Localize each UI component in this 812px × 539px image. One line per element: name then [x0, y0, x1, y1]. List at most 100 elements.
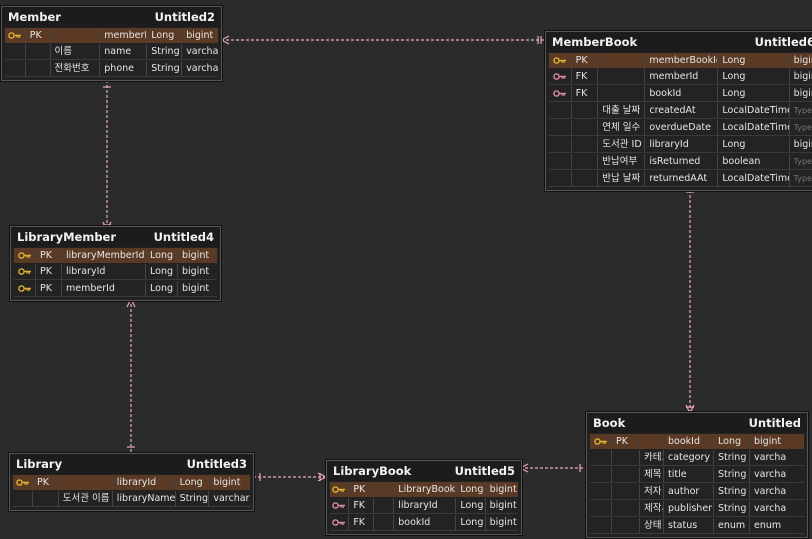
attribute-row[interactable]: FK libraryId Long bigint	[330, 498, 519, 514]
entity-library[interactable]: Library Untitled3 PK libraryId Long bigint 도…	[9, 453, 254, 511]
entity-header[interactable]: MemberBook Untitled6	[546, 32, 812, 52]
attribute-row[interactable]: PK libraryId Long bigint	[13, 475, 250, 490]
java-type-cell: Long	[718, 53, 790, 68]
entity-member[interactable]: Member Untitled2 PK memberIdLongbigint 이름n…	[1, 6, 222, 81]
attribute-row[interactable]: 반납여부 isReturned boolean Type	[549, 154, 812, 170]
attribute-row[interactable]: PK libraryMemberId Long bigint	[14, 248, 217, 263]
db-type-cell: varchar	[182, 44, 218, 59]
entity-alias: Untitled4	[153, 230, 214, 244]
entity-name: LibraryMember	[17, 230, 117, 244]
attribute-row[interactable]: FK bookIdLongbigint	[330, 515, 519, 531]
db-type-cell: varchar	[209, 491, 250, 506]
java-type-cell: String	[175, 491, 210, 506]
attribute-row[interactable]: PKmemberIdLongbigint	[5, 28, 218, 43]
entity-header[interactable]: Member Untitled2	[2, 7, 221, 27]
key-type-cell: PK	[36, 248, 62, 263]
label-cell: 반납 날짜	[598, 171, 646, 186]
key-icon	[330, 498, 350, 513]
field-name-cell: LibraryBookId	[394, 482, 457, 497]
db-type-cell: varchar	[750, 484, 787, 499]
attribute-row[interactable]: 카테고리categoryStringvarchar	[590, 450, 804, 466]
key-type-cell: PK	[26, 28, 51, 43]
key-type-cell: FK	[349, 498, 375, 513]
attribute-row[interactable]: 도서관 IDlibraryIdLongbigint	[549, 137, 812, 153]
attribute-row[interactable]: PK libraryId Long bigint	[14, 264, 217, 280]
end-mark-10	[317, 472, 327, 482]
field-name-cell: libraryId	[645, 137, 719, 152]
attribute-row[interactable]: 제작사publisherStringvarchar	[590, 501, 804, 517]
entity-alias: Untitled5	[454, 464, 515, 478]
attribute-row[interactable]: PK memberBookIdLongbigint	[549, 53, 812, 68]
attribute-row[interactable]: 제목 title String varchar	[590, 467, 804, 483]
key-type-cell: PK	[572, 53, 599, 68]
key-type-cell	[612, 467, 640, 482]
entity-header[interactable]: LibraryMember Untitled4	[11, 227, 220, 247]
field-name-cell: phone	[100, 61, 148, 76]
java-type-cell: String	[147, 61, 183, 76]
key-type-cell: PK	[612, 434, 640, 449]
java-type-cell: String	[714, 484, 750, 499]
entity-header[interactable]: Book Untitled	[587, 413, 807, 433]
key-type-cell: PK	[36, 281, 62, 296]
label-cell: 도서관 이름	[58, 491, 113, 506]
attribute-row[interactable]: 도서관 이름 libraryName String varchar	[13, 491, 250, 507]
blank-icon-cell	[590, 518, 612, 533]
key-type-cell: FK	[571, 86, 599, 101]
java-type-cell: String	[714, 501, 750, 516]
key-type-cell	[571, 154, 599, 169]
label-cell	[640, 434, 664, 449]
attribute-row[interactable]: FK memberIdLongbigint	[549, 69, 812, 85]
field-name-cell: returnedAAt	[645, 171, 719, 186]
db-type-cell: varchar	[750, 467, 787, 482]
label-cell: 제작사	[640, 501, 664, 516]
entity-alias: Untitled2	[154, 10, 215, 24]
entity-header[interactable]: LibraryBook Untitled5	[327, 461, 521, 481]
label-cell: 도서관 ID	[598, 137, 646, 152]
field-name-cell: createdAt	[645, 103, 719, 118]
key-type-cell	[612, 501, 640, 516]
db-type-cell: Type	[789, 103, 812, 118]
entity-header[interactable]: Library Untitled3	[10, 454, 253, 474]
entity-librarybook[interactable]: LibraryBook Untitled5 PKLibraryBookIdLon…	[326, 460, 522, 535]
attribute-row[interactable]: FK bookIdLongbigint	[549, 86, 812, 102]
label-cell: 저자	[640, 484, 664, 499]
blank-icon-cell	[13, 491, 33, 506]
label-cell: 이름	[50, 44, 101, 59]
db-type-cell: varchar	[750, 450, 787, 465]
attribute-row[interactable]: 대출 날짜 createdAt LocalDateTime Type	[549, 103, 812, 119]
field-name-cell: status	[664, 518, 714, 533]
attribute-row[interactable]: 이름nameStringvarchar	[5, 44, 218, 60]
attribute-row[interactable]: 반납 날짜 returnedAAt LocalDateTime Type	[549, 171, 812, 187]
field-name-cell: isReturned	[645, 154, 719, 169]
key-type-cell: PK	[33, 475, 59, 490]
field-name-cell: title	[664, 467, 714, 482]
entity-memberbook[interactable]: MemberBook Untitled6 PK memberBookId Long b…	[545, 31, 812, 191]
label-cell	[374, 515, 395, 530]
label-cell	[598, 53, 646, 68]
label-cell	[374, 482, 395, 497]
db-type-cell: bigint	[485, 515, 519, 530]
java-type-cell: Long	[718, 137, 790, 152]
key-icon	[549, 69, 572, 84]
entity-librarymember[interactable]: LibraryMember Untitled4 PK libraryMemberI…	[10, 226, 221, 301]
entity-book[interactable]: Book Untitled PK bookIdLong bigint 카테고리cate…	[586, 412, 808, 538]
attribute-row[interactable]: PKmemberIdLongbigint	[14, 281, 217, 297]
blank-icon-cell	[590, 501, 612, 516]
attribute-row[interactable]: 상태 status enum enum	[590, 518, 804, 534]
label-cell: 대출 날짜	[598, 103, 646, 118]
java-type-cell: Long	[176, 475, 210, 490]
key-type-cell: FK	[571, 69, 599, 84]
attribute-row[interactable]: PK LibraryBookIdLongbigint	[330, 482, 518, 497]
db-type-cell: Type	[789, 171, 812, 186]
attribute-row[interactable]: 전화번호phoneStringvarchar	[5, 61, 218, 77]
blank-icon-cell	[5, 44, 26, 59]
attribute-row[interactable]: 저자 author String varchar	[590, 484, 804, 500]
entity-name: Library	[16, 457, 63, 471]
db-type-cell: Type	[789, 154, 812, 169]
attribute-row[interactable]: 연체 일수 overdueDate LocalDateTime Type	[549, 120, 812, 136]
java-type-cell: Long	[456, 498, 486, 513]
key-type-cell: PK	[36, 264, 62, 279]
key-type-cell	[25, 61, 51, 76]
attribute-row[interactable]: PK bookId Long bigint	[590, 434, 804, 449]
key-type-cell: FK	[349, 515, 375, 530]
